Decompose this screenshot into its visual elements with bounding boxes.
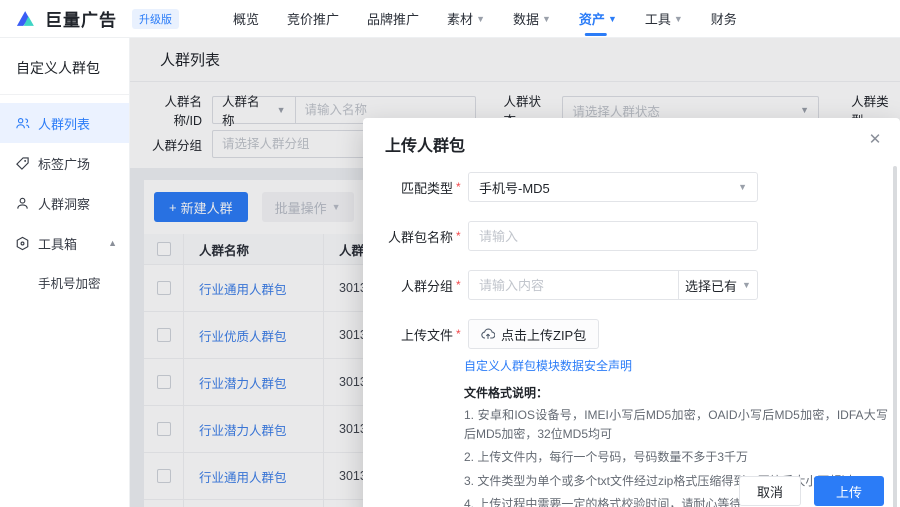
chevron-down-icon: ▼	[542, 13, 551, 24]
sidebar-item-toolbox[interactable]: 工具箱 ▲	[0, 223, 129, 263]
sidebar-subitem-phone-encrypt[interactable]: 手机号加密	[0, 263, 129, 301]
nav-menu: 概览 竞价推广 品牌推广 素材 ▼ 数据 ▼ 资产 ▼ 工具 ▼ 财务	[205, 0, 737, 38]
sidebar-item-audience-insight[interactable]: 人群洞察	[0, 183, 129, 223]
upload-file-label: 上传文件	[400, 327, 453, 343]
modal-scrollbar[interactable]	[893, 166, 897, 507]
nav-item-data[interactable]: 数据 ▼	[513, 0, 551, 38]
nav-item-bidding[interactable]: 竞价推广	[287, 0, 339, 38]
group-label: 人群分组	[400, 278, 453, 294]
app-title: 巨量广告	[45, 11, 117, 30]
required-asterisk: *	[456, 180, 461, 194]
group-input[interactable]	[468, 270, 678, 300]
sidebar-item-tag-square[interactable]: 标签广场	[0, 143, 129, 183]
toolbox-icon	[16, 236, 29, 250]
group-combo: 选择已有 ▼	[468, 270, 758, 300]
field-upload: 上传文件 * 点击上传ZIP包	[387, 319, 880, 349]
nav-item-assets[interactable]: 资产 ▼	[579, 0, 617, 38]
chevron-down-icon: ▼	[607, 13, 617, 24]
data-security-link[interactable]: 自定义人群包模块数据安全声明	[464, 357, 632, 374]
top-nav: 巨量广告 升级版 概览 竞价推广 品牌推广 素材 ▼ 数据 ▼ 资产 ▼ 工具 ▼ 财务	[0, 0, 900, 38]
upgrade-badge: 升级版	[132, 8, 179, 29]
field-package-name: 人群包名称 *	[387, 221, 880, 251]
upload-audience-modal: 上传人群包 ✕ 匹配类型 * 手机号-MD5 ▼ 人群包名称 * 人群分组 *	[363, 118, 900, 507]
package-name-input[interactable]	[468, 221, 758, 251]
modal-footer: 取消 上传	[739, 476, 884, 506]
required-asterisk: *	[456, 327, 461, 341]
nav-item-brand[interactable]: 品牌推广	[367, 0, 419, 38]
nav-item-tools[interactable]: 工具 ▼	[645, 0, 683, 38]
cancel-button[interactable]: 取消	[739, 476, 801, 506]
field-match-type: 匹配类型 * 手机号-MD5 ▼	[387, 172, 880, 202]
chevron-down-icon: ▼	[476, 13, 485, 24]
cloud-upload-icon	[481, 328, 495, 339]
nav-item-finance[interactable]: 财务	[711, 0, 737, 38]
chevron-down-icon: ▼	[673, 13, 683, 24]
format-item-2: 2. 上传文件内，每行一个号码，号码数量不多于3千万	[464, 450, 749, 464]
upload-zip-button[interactable]: 点击上传ZIP包	[468, 319, 600, 349]
sidebar: 自定义人群包 人群列表 标签广场 人群洞察 工具箱 ▲ 手机号加密	[0, 38, 130, 507]
upload-submit-button[interactable]: 上传	[814, 476, 884, 506]
chevron-up-icon[interactable]: ▲	[108, 238, 117, 248]
match-type-label: 匹配类型	[400, 180, 453, 196]
required-asterisk: *	[456, 229, 461, 243]
mountain-logo-icon	[16, 11, 34, 26]
field-group: 人群分组 * 选择已有 ▼	[387, 270, 880, 300]
app-root: 巨量广告 升级版 概览 竞价推广 品牌推广 素材 ▼ 数据 ▼ 资产 ▼ 工具 ▼ 财务…	[0, 0, 900, 507]
package-name-label: 人群包名称	[387, 229, 453, 245]
modal-title: 上传人群包	[385, 138, 466, 155]
nav-item-overview[interactable]: 概览	[233, 0, 259, 38]
modal-header: 上传人群包 ✕	[363, 118, 900, 162]
person-icon	[17, 197, 28, 209]
required-asterisk: *	[456, 278, 461, 292]
sidebar-title: 自定义人群包	[16, 60, 100, 76]
divider	[0, 94, 129, 95]
format-item-1: 1. 安卓和IOS设备号，IMEI小写后MD5加密，OAID小写后MD5加密，I…	[464, 408, 888, 441]
close-icon[interactable]: ✕	[865, 130, 885, 150]
brand-logo[interactable]: 巨量广告 升级版	[16, 6, 179, 31]
format-title: 文件格式说明：	[464, 386, 549, 400]
sidebar-item-audience-list[interactable]: 人群列表	[0, 103, 129, 143]
tag-icon	[16, 156, 29, 170]
chevron-down-icon: ▼	[738, 182, 747, 192]
modal-body: 匹配类型 * 手机号-MD5 ▼ 人群包名称 * 人群分组 * 选择已有	[363, 162, 900, 507]
nav-item-creative[interactable]: 素材 ▼	[447, 0, 485, 38]
chevron-down-icon: ▼	[742, 280, 751, 290]
people-icon	[16, 117, 30, 128]
select-existing-button[interactable]: 选择已有 ▼	[678, 270, 758, 300]
match-type-select[interactable]: 手机号-MD5 ▼	[468, 172, 758, 202]
